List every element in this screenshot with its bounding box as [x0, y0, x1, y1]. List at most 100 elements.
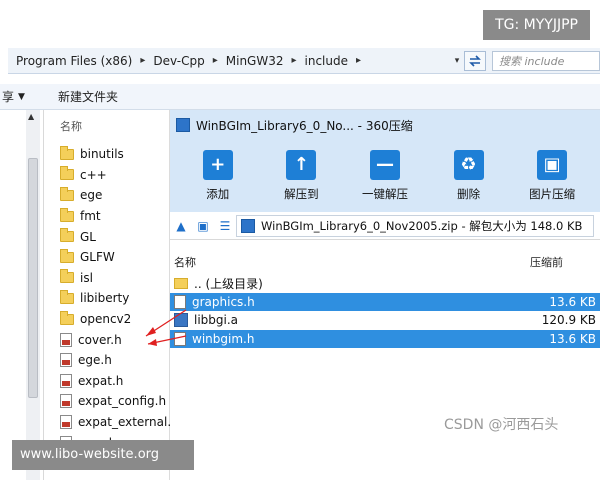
file-name: winbgim.h [192, 331, 255, 346]
breadcrumb: Program Files (x86) ▸ Dev-Cpp ▸ MinGW32 … [8, 48, 450, 73]
image-compress-icon: ▣ [537, 150, 568, 180]
extract-to-icon: ↑ [286, 150, 317, 180]
list-item[interactable]: libiberty [60, 288, 170, 309]
scrollbar-thumb[interactable] [28, 158, 38, 398]
image-compress-label: 图片压缩 [529, 187, 576, 201]
list-item-label: expat_config.h [78, 394, 167, 409]
list-item[interactable]: ege [60, 185, 170, 206]
archive-path-text: WinBGIm_Library6_0_Nov2005.zip - 解包大小为 1… [261, 218, 583, 233]
list-item-label: fmt [80, 209, 101, 224]
header-file-icon [60, 394, 72, 409]
list-item[interactable]: cover.h [60, 329, 170, 350]
search-placeholder: 搜索 include [499, 54, 565, 68]
search-input[interactable]: 搜索 include [492, 50, 600, 71]
file-size: 13.6 KB [549, 294, 596, 309]
list-item-label: ege [80, 188, 103, 203]
navigation-pane[interactable]: ▲ [0, 110, 44, 480]
scroll-up-icon[interactable]: ▲ [28, 112, 38, 122]
archive-path-field[interactable]: WinBGIm_Library6_0_Nov2005.zip - 解包大小为 1… [236, 214, 594, 237]
one-click-extract-icon: — [369, 150, 400, 180]
list-view-icon[interactable]: ☰ [214, 219, 236, 233]
archive-app-icon [176, 118, 190, 132]
new-folder-button[interactable]: 新建文件夹 [58, 88, 118, 105]
refresh-button[interactable] [464, 50, 486, 71]
csdn-watermark: CSDN @河西石头 [444, 417, 559, 433]
list-item[interactable]: isl [60, 268, 170, 289]
archive-nav-bar: ▲ ▣ ☰ WinBGIm_Library6_0_Nov2005.zip - 解… [170, 212, 600, 240]
breadcrumb-dev-cpp[interactable]: Dev-Cpp [151, 54, 206, 68]
folder-icon [60, 248, 74, 263]
archive-file-list: .. (上级目录) graphics.h 13.6 KB libbgi.a 120.9 … [170, 274, 600, 348]
library-file-icon [174, 313, 188, 328]
list-item-label: opencv2 [80, 312, 132, 327]
list-item[interactable]: opencv2 [60, 309, 170, 330]
list-item[interactable]: GLFW [60, 247, 170, 268]
table-row[interactable]: graphics.h 13.6 KB [170, 292, 600, 311]
breadcrumb-mingw32[interactable]: MinGW32 [224, 54, 286, 68]
folder-icon [60, 310, 74, 325]
list-item-label: GLFW [80, 250, 115, 265]
list-item[interactable]: expat_external.h [60, 412, 179, 433]
one-click-extract-label: 一键解压 [361, 187, 408, 201]
site-watermark: www.libo-website.org [12, 440, 194, 470]
zip-file-icon [241, 218, 255, 233]
list-item-label: isl [80, 270, 93, 285]
chevron-right-icon[interactable]: ▸ [285, 55, 302, 66]
breadcrumb-program-files[interactable]: Program Files (x86) [14, 54, 134, 68]
explorer-file-list: ▲ 名称 binutils c++ ege fmt GL GLFW isl libiberty… [0, 110, 179, 480]
add-button[interactable]: + 添加 [184, 140, 252, 212]
file-list: binutils c++ ege fmt GL GLFW isl libiberty openc… [60, 144, 179, 453]
header-file-icon [60, 415, 72, 430]
chevron-right-icon[interactable]: ▸ [134, 55, 151, 66]
list-item[interactable]: GL [60, 226, 170, 247]
list-item[interactable]: ege.h [60, 350, 170, 371]
table-row[interactable]: winbgim.h 13.6 KB [170, 329, 600, 348]
nav-scrollbar[interactable]: ▲ [26, 110, 40, 480]
folder-icon [60, 269, 74, 284]
history-dropdown-icon[interactable]: ▾ [450, 56, 464, 66]
column-header-size[interactable]: 压缩前 [530, 254, 563, 270]
extract-to-button[interactable]: ↑ 解压到 [267, 140, 335, 212]
folder-icon [174, 277, 188, 289]
archive-title-bar: WinBGIm_Library6_0_No... - 360压缩 [170, 110, 600, 140]
chevron-right-icon[interactable]: ▸ [350, 55, 367, 66]
file-size: 120.9 KB [541, 313, 596, 327]
explorer-toolbar: 享 ▼ 新建文件夹 [0, 84, 600, 110]
breadcrumb-include[interactable]: include [303, 54, 350, 68]
file-name: libbgi.a [194, 313, 239, 328]
delete-button[interactable]: ♻ 删除 [435, 140, 503, 212]
header-file-icon [60, 373, 72, 388]
list-item[interactable]: c++ [60, 165, 170, 186]
delete-label: 删除 [457, 187, 481, 201]
header-file-icon [174, 331, 186, 346]
chevron-right-icon[interactable]: ▸ [207, 55, 224, 66]
refresh-icon [469, 54, 481, 67]
list-item-label: expat_external.h [78, 415, 179, 430]
header-file-icon [60, 353, 72, 368]
list-item[interactable]: fmt [60, 206, 170, 227]
extract-to-label: 解压到 [284, 187, 319, 201]
header-file-icon [60, 332, 72, 347]
file-size: 13.6 KB [549, 331, 596, 346]
list-item[interactable]: expat.h [60, 371, 170, 392]
address-bar[interactable]: Program Files (x86) ▸ Dev-Cpp ▸ MinGW32 … [8, 48, 600, 74]
archive-list-header: 名称 压缩前 [170, 254, 600, 270]
folder-icon [60, 145, 74, 160]
folder-icon [60, 207, 74, 222]
thumbnail-view-icon[interactable]: ▣ [192, 219, 214, 233]
share-menu-label: 享 [2, 90, 15, 104]
list-item[interactable]: binutils [60, 144, 170, 165]
table-row[interactable]: libbgi.a 120.9 KB [170, 311, 600, 330]
image-compress-button[interactable]: ▣ 图片压缩 [518, 140, 586, 212]
column-header-name[interactable]: 名称 [174, 254, 196, 270]
up-arrow-icon[interactable]: ▲ [170, 219, 192, 233]
column-header-name[interactable]: 名称 [60, 118, 82, 134]
one-click-extract-button[interactable]: — 一键解压 [351, 140, 419, 212]
delete-icon: ♻ [453, 150, 484, 180]
add-label: 添加 [206, 187, 230, 201]
table-row[interactable]: .. (上级目录) [170, 274, 600, 293]
share-menu-button[interactable]: 享 ▼ [0, 88, 42, 105]
list-item-label: cover.h [78, 332, 122, 347]
list-item[interactable]: expat_config.h [60, 391, 170, 412]
chevron-down-icon: ▼ [18, 91, 25, 102]
